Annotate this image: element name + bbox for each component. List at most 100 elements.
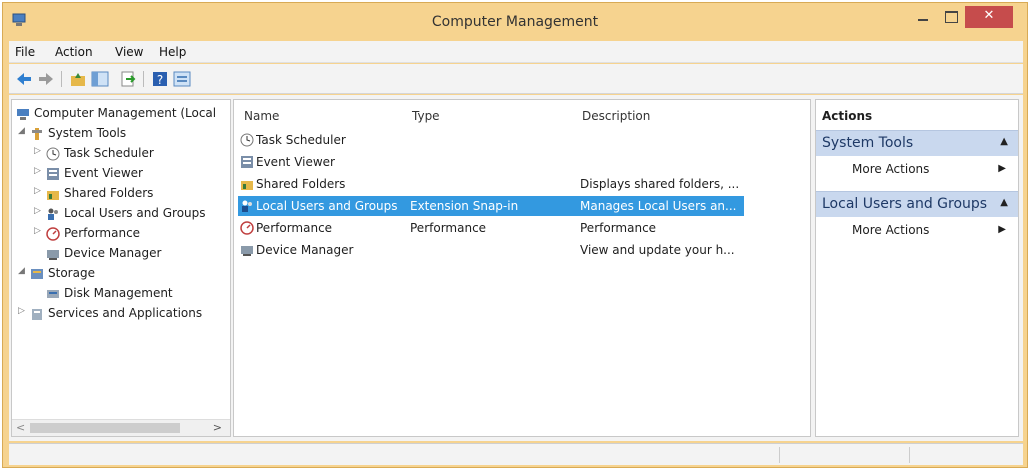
snapin-list[interactable]: Name Type Description Task Scheduler Eve…: [233, 99, 811, 437]
more-actions-label: More Actions: [852, 223, 930, 237]
collapse-arrow-icon[interactable]: ◢: [18, 126, 28, 136]
status-bar: [9, 443, 1023, 465]
status-divider: [779, 447, 780, 463]
collapse-up-icon[interactable]: ▲: [1000, 197, 1008, 208]
back-arrow-icon[interactable]: [15, 70, 33, 88]
show-tree-icon[interactable]: [91, 70, 109, 88]
cell-type: Extension Snap-in: [410, 199, 519, 213]
menu-file[interactable]: File: [15, 45, 35, 59]
computer-management-window: Computer Management ✕ File Action View H…: [2, 2, 1028, 468]
navigation-tree[interactable]: Computer Management (Local ◢ System Tool…: [11, 99, 231, 437]
up-folder-icon[interactable]: [69, 70, 87, 88]
scroll-right-button[interactable]: >: [213, 421, 222, 434]
tree-item-label: Device Manager: [64, 246, 162, 260]
disk-icon: [47, 290, 59, 298]
menu-bar: File Action View Help: [9, 41, 1023, 63]
device-manager-icon: [47, 250, 59, 260]
cell-name: Device Manager: [256, 243, 354, 257]
list-row-device-manager[interactable]: Device Manager View and update your h...: [238, 240, 744, 260]
event-viewer-icon: [241, 156, 253, 168]
cell-description: Displays shared folders, ...: [580, 177, 740, 191]
list-row-local-users-and-groups[interactable]: Local Users and Groups Extension Snap-in…: [238, 196, 744, 216]
column-header-type[interactable]: Type: [412, 109, 440, 123]
services-icon: [32, 309, 42, 320]
expand-arrow-icon[interactable]: ▷: [34, 146, 44, 156]
cell-name: Local Users and Groups: [256, 199, 398, 213]
more-actions-system-tools[interactable]: More Actions ▶: [816, 158, 1018, 180]
cell-type: Performance: [410, 221, 487, 235]
tools-icon: [32, 128, 42, 140]
performance-icon: [240, 221, 254, 235]
toolbar: ?: [9, 64, 1023, 94]
content-area: Computer Management (Local ◢ System Tool…: [9, 95, 1023, 441]
svg-text:?: ?: [157, 73, 163, 87]
actions-group-label: Local Users and Groups: [822, 196, 988, 212]
tree-item-label: Services and Applications: [48, 306, 203, 320]
tree-item-label: Event Viewer: [64, 166, 143, 180]
window-title: Computer Management: [431, 14, 599, 30]
help-icon[interactable]: ?: [151, 70, 169, 88]
clock-icon: [240, 133, 254, 147]
users-icon: [48, 208, 58, 220]
expand-arrow-icon[interactable]: ▷: [34, 226, 44, 236]
toolbar-separator: [61, 71, 62, 87]
forward-arrow-icon[interactable]: [37, 70, 55, 88]
tree-item-label: Task Scheduler: [64, 146, 154, 160]
shared-folder-icon: [47, 191, 59, 200]
actions-pane: Actions System Tools ▲ More Actions ▶ Lo…: [815, 99, 1019, 437]
horizontal-scrollbar[interactable]: < >: [12, 419, 230, 436]
event-viewer-icon: [47, 168, 59, 180]
cell-name: Task Scheduler: [256, 133, 346, 147]
tree-item-label: Storage: [48, 266, 95, 280]
cell-description: View and update your h...: [580, 243, 735, 257]
export-list-icon[interactable]: [119, 70, 137, 88]
more-actions-local-users-and-groups[interactable]: More Actions ▶: [816, 219, 1018, 241]
properties-icon[interactable]: [173, 70, 191, 88]
collapse-arrow-icon[interactable]: ◢: [18, 266, 28, 276]
column-header-name[interactable]: Name: [244, 109, 279, 123]
close-button[interactable]: ✕: [965, 6, 1013, 28]
list-row-task-scheduler[interactable]: Task Scheduler: [238, 130, 744, 150]
list-row-shared-folders[interactable]: Shared Folders Displays shared folders, …: [238, 174, 744, 194]
tree-item-label: System Tools: [48, 126, 127, 140]
storage-icon: [31, 269, 43, 279]
menu-view[interactable]: View: [115, 45, 143, 59]
expand-arrow-icon[interactable]: ▷: [18, 306, 28, 316]
tree-item-label: Performance: [64, 226, 141, 240]
maximize-button[interactable]: [937, 6, 965, 28]
tree-item-label: Disk Management: [64, 286, 173, 300]
computer-management-icon: [17, 109, 29, 120]
more-actions-label: More Actions: [852, 162, 930, 176]
submenu-arrow-icon: ▶: [998, 224, 1006, 235]
expand-arrow-icon[interactable]: ▷: [34, 206, 44, 216]
minimize-button[interactable]: [909, 6, 937, 28]
menu-action[interactable]: Action: [55, 45, 93, 59]
scroll-left-button[interactable]: <: [16, 421, 25, 434]
cell-description: Performance: [580, 221, 657, 235]
column-header-description[interactable]: Description: [582, 109, 650, 123]
users-icon: [242, 200, 252, 212]
tree-item-label: Local Users and Groups: [64, 206, 206, 220]
expand-arrow-icon[interactable]: ▷: [34, 186, 44, 196]
submenu-arrow-icon: ▶: [998, 163, 1006, 174]
actions-title: Actions: [822, 109, 873, 123]
collapse-up-icon[interactable]: ▲: [1000, 136, 1008, 147]
list-row-performance[interactable]: Performance Performance Performance: [238, 218, 744, 238]
cell-name: Performance: [256, 221, 333, 235]
device-manager-icon: [241, 246, 253, 256]
scroll-thumb[interactable]: [30, 423, 180, 433]
toolbar-separator: [143, 71, 144, 87]
status-divider: [909, 447, 910, 463]
list-row-event-viewer[interactable]: Event Viewer: [238, 152, 744, 172]
tree-item-label: Shared Folders: [64, 186, 154, 200]
cell-description: Manages Local Users an...: [580, 199, 737, 213]
menu-help[interactable]: Help: [159, 45, 186, 59]
performance-icon: [46, 227, 60, 241]
shared-folder-icon: [241, 181, 253, 190]
actions-group-local-users-and-groups[interactable]: Local Users and Groups ▲: [816, 191, 1018, 217]
title-bar[interactable]: Computer Management ✕: [3, 3, 1027, 41]
actions-group-system-tools[interactable]: System Tools ▲: [816, 130, 1018, 156]
actions-group-label: System Tools: [822, 135, 914, 151]
expand-arrow-icon[interactable]: ▷: [34, 166, 44, 176]
clock-icon: [46, 147, 60, 161]
